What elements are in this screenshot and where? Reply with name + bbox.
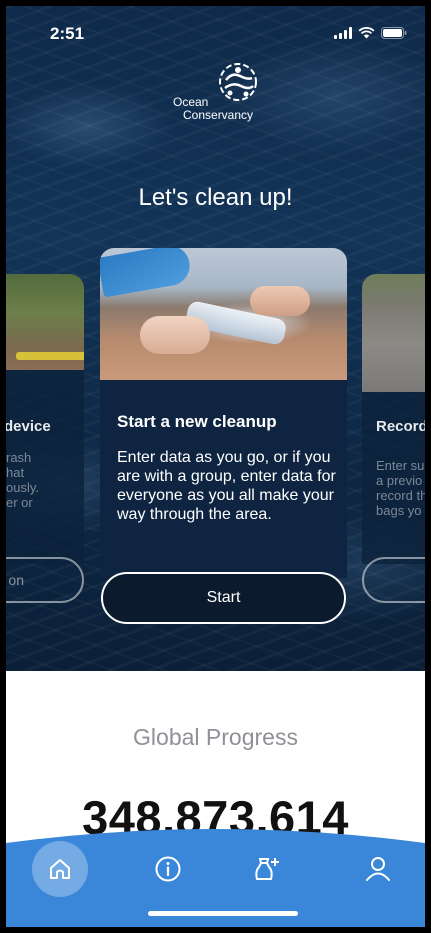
card-device-title: device [6,418,51,435]
add-user-icon [255,858,279,880]
global-progress-label: Global Progress [133,724,298,750]
logo-text-ocean: Ocean [173,95,209,109]
card-device-button[interactable]: on [6,557,84,603]
card-start-cleanup[interactable]: Start a new cleanup Enter data as you go… [100,248,347,578]
card-device[interactable]: device rash hat ously. er or [6,274,84,564]
logo-text: Ocean Conservancy [173,96,253,122]
start-button[interactable]: Start [101,572,346,624]
tab-profile[interactable] [350,841,406,897]
tab-info[interactable] [140,841,196,897]
card-record-photo [362,274,425,392]
battery-icon [381,27,407,39]
card-record-title: Record [376,418,425,435]
card-record-button[interactable] [362,557,425,603]
page-headline: Let's clean up! [138,184,293,211]
signal-icon [334,27,352,39]
tab-home[interactable] [32,841,88,897]
card-record[interactable]: Record Enter su a previo record th bags … [362,274,425,564]
card-device-photo [6,274,84,370]
info-icon [155,856,181,882]
ocean-conservancy-logo: Ocean Conservancy [171,60,271,130]
tab-add-cleanup[interactable] [238,841,294,897]
home-indicator[interactable] [148,911,298,916]
photo-stripe [16,352,84,360]
photo-hand [140,316,210,354]
card-record-description: Enter su a previo record th bags yo [376,458,425,518]
home-icon [50,859,70,879]
status-time: 2:51 [50,24,85,43]
status-icons [334,27,407,39]
status-bar: 2:51 [6,6,425,56]
card-start-cleanup-description: Enter data as you go, or if you are with… [117,449,336,523]
card-start-cleanup-photo [100,248,347,380]
wifi-icon [358,27,375,39]
profile-icon [366,857,390,881]
photo-hand [250,286,310,316]
logo-text-conservancy: Conservancy [183,108,254,122]
phone-screen: 2:51 Ocean Conservancy Let's clean up! d… [6,6,425,927]
card-device-description: rash hat ously. er or [6,450,39,510]
photo-bag [100,248,193,298]
card-start-cleanup-title: Start a new cleanup [117,412,277,431]
